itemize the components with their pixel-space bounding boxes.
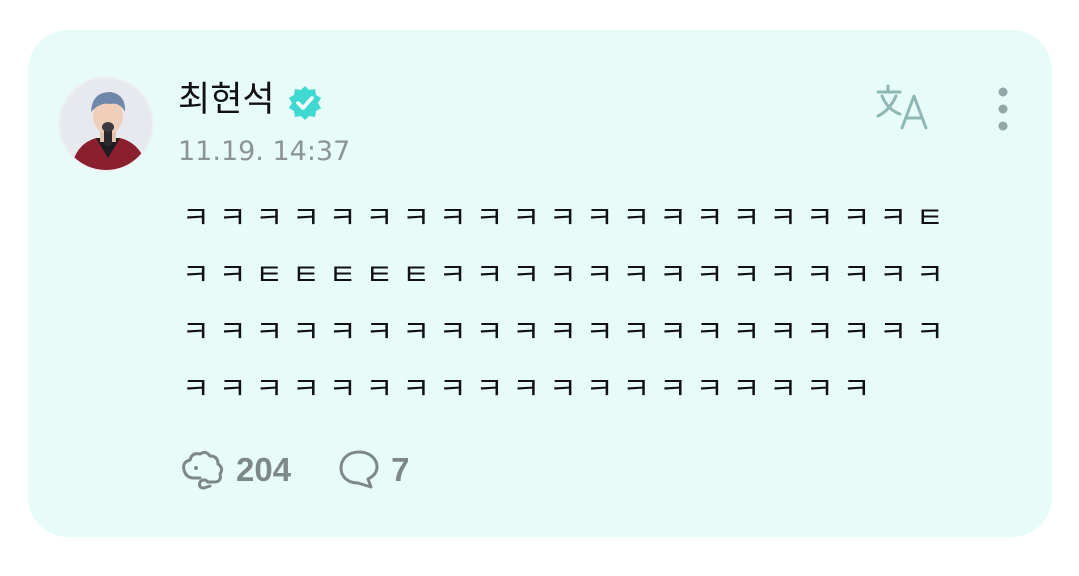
post-text-line: ㅋㅋㅋㅋㅋㅋㅋㅋㅋㅋㅋㅋㅋㅋㅋㅋㅋㅋㅋ bbox=[182, 372, 880, 407]
more-options-button[interactable] bbox=[986, 84, 1020, 136]
comment-bubble-icon bbox=[339, 450, 379, 489]
author-name[interactable]: 최현석 bbox=[178, 78, 275, 122]
post-text-line: ㅋㅋㅋㅋㅋㅋㅋㅋㅋㅋㅋㅋㅋㅋㅋㅋㅋㅋㅋㅋㅌ bbox=[182, 201, 953, 236]
like-button[interactable]: 204 bbox=[178, 448, 291, 492]
post-body: ㅋㅋㅋㅋㅋㅋㅋㅋㅋㅋㅋㅋㅋㅋㅋㅋㅋㅋㅋㅋㅌ ㅋㅋㅌㅌㅌㅌㅌㅋㅋㅋㅋㅋㅋㅋㅋㅋㅋㅋ… bbox=[182, 190, 1002, 418]
like-count: 204 bbox=[236, 451, 292, 488]
more-vertical-icon bbox=[998, 87, 1008, 131]
post-card[interactable]: 최현석 11.19. 14:37 ㅋㅋㅋㅋㅋㅋㅋㅋㅋㅋㅋㅋㅋㅋㅋㅋㅋㅋㅋㅋㅌ ㅋ… bbox=[28, 30, 1052, 537]
post-text-line: ㅋㅋㅋㅋㅋㅋㅋㅋㅋㅋㅋㅋㅋㅋㅋㅋㅋㅋㅋㅋㅋ bbox=[182, 315, 953, 350]
verified-badge-icon bbox=[286, 84, 324, 122]
translate-icon bbox=[876, 84, 928, 130]
author-avatar[interactable] bbox=[58, 76, 154, 172]
comment-count: 7 bbox=[391, 451, 410, 488]
post-text-line: ㅋㅋㅌㅌㅌㅌㅌㅋㅋㅋㅋㅋㅋㅋㅋㅋㅋㅋㅋㅋㅋ bbox=[182, 258, 953, 293]
like-icon bbox=[182, 450, 224, 490]
translate-button[interactable] bbox=[874, 80, 938, 136]
comment-button[interactable]: 7 bbox=[337, 448, 409, 492]
post-timestamp: 11.19. 14:37 bbox=[178, 136, 351, 167]
post-actions: 204 7 bbox=[178, 440, 409, 500]
avatar-image bbox=[60, 78, 152, 170]
